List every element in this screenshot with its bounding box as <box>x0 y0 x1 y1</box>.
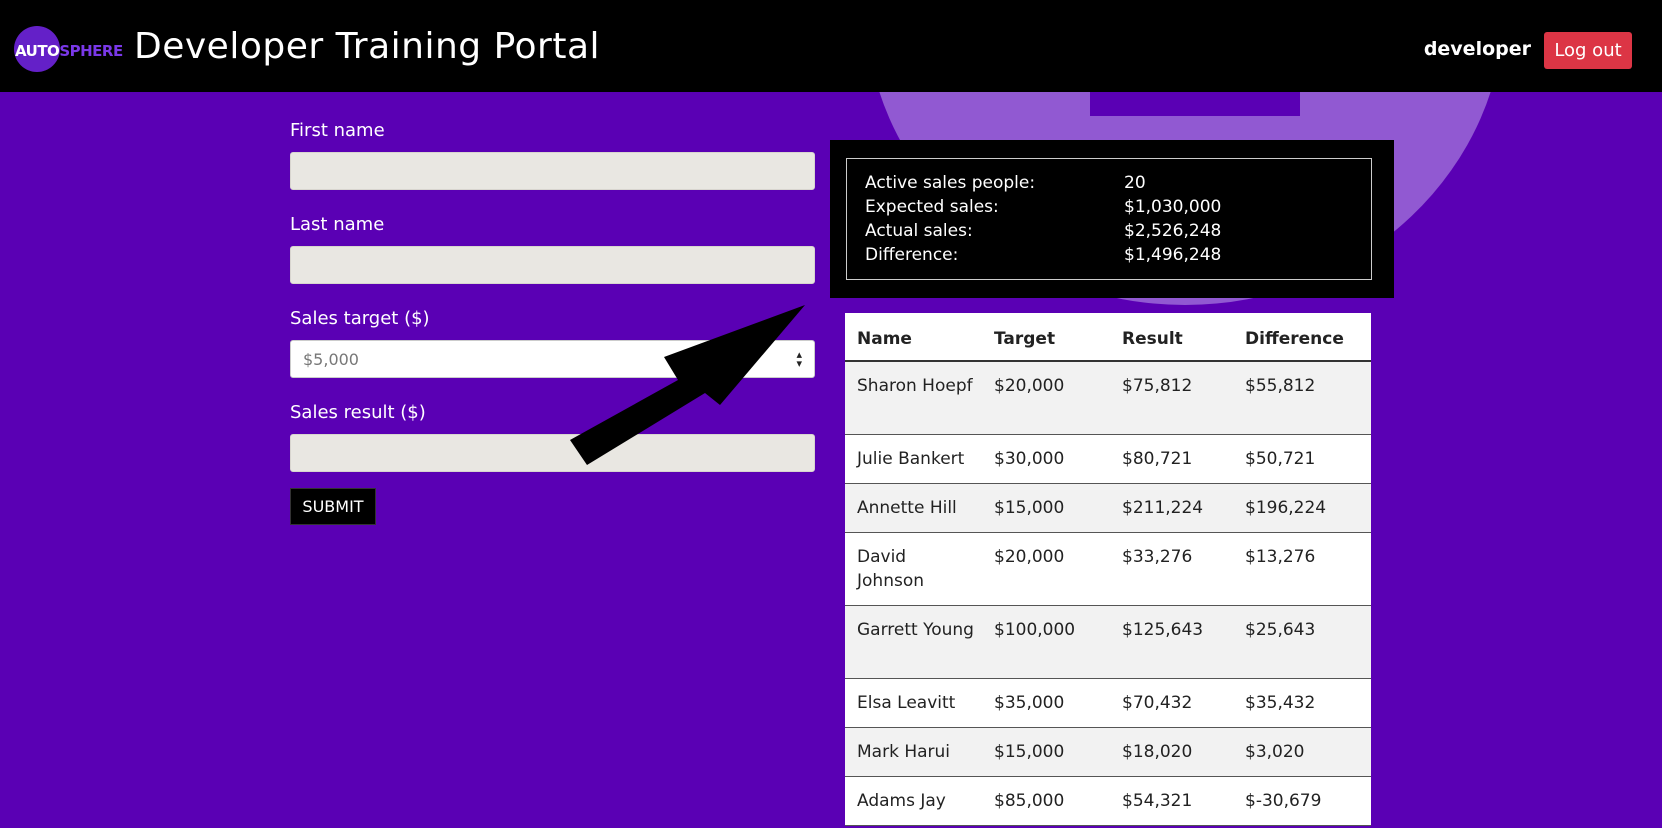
summary-value: $1,030,000 <box>1124 197 1222 217</box>
cell-result: $125,643 <box>1122 620 1204 640</box>
cell-difference: $196,224 <box>1245 498 1327 518</box>
table-row: David Johnson $20,000 $33,276 $13,276 <box>845 533 1371 606</box>
cell-difference: $3,020 <box>1245 742 1305 762</box>
autosphere-logo[interactable]: AUTOSPHERE <box>14 26 124 72</box>
summary-value: 20 <box>1124 173 1146 193</box>
summary-row-actual-sales: Actual sales: $2,526,248 <box>865 221 1221 241</box>
summary-row-expected-sales: Expected sales: $1,030,000 <box>865 197 1221 217</box>
table-row: Elsa Leavitt $35,000 $70,432 $35,432 <box>845 679 1371 728</box>
table-row: Adams Jay $85,000 $54,321 $-30,679 <box>845 777 1371 826</box>
cell-result: $80,721 <box>1122 449 1193 469</box>
cell-name: Adams Jay <box>857 791 946 811</box>
cell-target: $85,000 <box>994 791 1065 811</box>
logout-button[interactable]: Log out <box>1544 32 1632 69</box>
cell-name: Annette Hill <box>857 498 957 518</box>
summary-label: Expected sales: <box>865 197 999 217</box>
cell-difference: $25,643 <box>1245 620 1316 640</box>
cell-result: $75,812 <box>1122 376 1193 396</box>
summary-row-difference: Difference: $1,496,248 <box>865 245 1221 265</box>
column-header-target[interactable]: Target <box>994 327 1055 351</box>
table-row: Garrett Young $100,000 $125,643 $25,643 <box>845 606 1371 679</box>
column-header-result[interactable]: Result <box>1122 327 1183 351</box>
summary-label: Active sales people: <box>865 173 1036 193</box>
cell-target: $100,000 <box>994 620 1076 640</box>
cell-name: Elsa Leavitt <box>857 693 956 713</box>
cell-result: $54,321 <box>1122 791 1193 811</box>
submit-button[interactable]: SUBMIT <box>290 488 376 525</box>
cell-target: $30,000 <box>994 449 1065 469</box>
cell-result: $70,432 <box>1122 693 1193 713</box>
sales-table: Name Target Result Difference Sharon Hoe… <box>845 313 1371 826</box>
cell-target: $35,000 <box>994 693 1065 713</box>
cell-difference: $50,721 <box>1245 449 1316 469</box>
first-name-label: First name <box>290 120 385 141</box>
username: developer <box>1423 38 1531 60</box>
summary-label: Actual sales: <box>865 221 973 241</box>
table-row: Julie Bankert $30,000 $80,721 $50,721 <box>845 435 1371 484</box>
cell-difference: $-30,679 <box>1245 791 1322 811</box>
cell-target: $20,000 <box>994 547 1065 567</box>
logo-text: AUTOSPHERE <box>15 42 123 60</box>
table-row: Annette Hill $15,000 $211,224 $196,224 <box>845 484 1371 533</box>
last-name-input[interactable] <box>290 246 815 284</box>
top-navbar: AUTOSPHERE Developer Training Portal dev… <box>0 0 1662 92</box>
summary-value: $2,526,248 <box>1124 221 1222 241</box>
background-decoration-mark <box>1090 92 1300 116</box>
table-header-row: Name Target Result Difference <box>845 313 1371 362</box>
cell-target: $15,000 <box>994 498 1065 518</box>
cell-difference: $35,432 <box>1245 693 1316 713</box>
sales-summary-highlight: Active sales people: 20 Expected sales: … <box>830 140 1394 298</box>
cell-name: Sharon Hoepf <box>857 376 973 396</box>
table-row: Mark Harui $15,000 $18,020 $3,020 <box>845 728 1371 777</box>
cell-name: David Johnson <box>857 547 924 591</box>
cell-result: $33,276 <box>1122 547 1193 567</box>
sales-summary-panel: Active sales people: 20 Expected sales: … <box>846 158 1372 280</box>
cell-result: $18,020 <box>1122 742 1193 762</box>
cell-name: Mark Harui <box>857 742 951 762</box>
cell-name: Julie Bankert <box>857 449 965 469</box>
summary-value: $1,496,248 <box>1124 245 1222 265</box>
last-name-label: Last name <box>290 214 385 235</box>
cell-target: $20,000 <box>994 376 1065 396</box>
cell-result: $211,224 <box>1122 498 1204 518</box>
table-row: Sharon Hoepf $20,000 $75,812 $55,812 <box>845 362 1371 435</box>
column-header-name[interactable]: Name <box>857 327 977 351</box>
cell-difference: $55,812 <box>1245 376 1316 396</box>
summary-label: Difference: <box>865 245 959 265</box>
summary-row-active-people: Active sales people: 20 <box>865 173 1146 193</box>
column-header-difference[interactable]: Difference <box>1245 327 1344 351</box>
logo-text-sphere: SPHERE <box>59 42 123 60</box>
sales-target-selected-value: $5,000 <box>303 350 359 369</box>
cell-difference: $13,276 <box>1245 547 1316 567</box>
app-title: Developer Training Portal <box>134 26 601 67</box>
logo-text-auto: AUTO <box>15 42 60 60</box>
cell-name: Garrett Young <box>857 620 974 640</box>
first-name-input[interactable] <box>290 152 815 190</box>
cell-target: $15,000 <box>994 742 1065 762</box>
arrow-icon <box>570 305 805 465</box>
